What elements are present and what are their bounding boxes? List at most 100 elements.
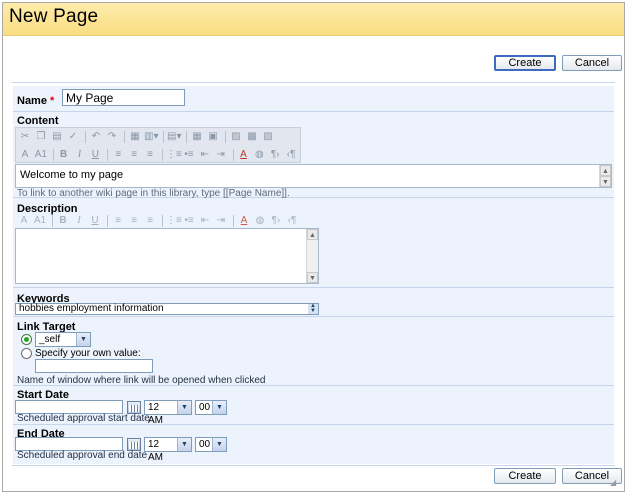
font-icon[interactable]: A: [17, 214, 31, 228]
rtl-icon[interactable]: ‹¶: [285, 214, 299, 228]
insert-table-icon[interactable]: ▥▾: [144, 130, 158, 144]
toolbar-separator: [186, 131, 187, 143]
description-toolbar: A A1 B I U ≡ ≡ ≡ ⋮≡ •≡ ⇤ ⇥ A ◍ ¶› ‹¶: [15, 214, 319, 228]
bold-icon[interactable]: B: [57, 148, 71, 162]
content-scrollbar[interactable]: ▲ ▼: [599, 165, 611, 187]
end-date-row: End Date 12 AM ▼ 00 ▼ Scheduled approval…: [13, 425, 614, 464]
toolbar-separator: [162, 215, 163, 227]
table-props-icon[interactable]: ▦: [190, 130, 204, 144]
content-editor[interactable]: Welcome to my page ▲ ▼: [15, 164, 612, 188]
increase-indent-icon[interactable]: ⇥: [214, 148, 228, 162]
toolbar-separator: [107, 215, 108, 227]
align-left-icon[interactable]: ≡: [111, 148, 125, 162]
text-color-icon[interactable]: A: [237, 214, 251, 228]
align-right-icon[interactable]: ≡: [143, 148, 157, 162]
start-date-hint: Scheduled approval start date: [17, 413, 150, 424]
ltr-icon[interactable]: ¶›: [268, 148, 282, 162]
background-color-icon[interactable]: ◍: [252, 148, 266, 162]
bullet-list-icon[interactable]: •≡: [182, 214, 196, 228]
page-title: New Page: [9, 6, 99, 27]
keywords-spinner-icon[interactable]: ▲ ▼: [308, 303, 318, 314]
start-minute-select[interactable]: 00 ▼: [195, 400, 227, 415]
decrease-indent-icon[interactable]: ⇤: [198, 214, 212, 228]
scroll-down-icon[interactable]: ▼: [307, 272, 318, 283]
chevron-down-icon: ▼: [177, 401, 191, 414]
toolbar-separator: [52, 215, 53, 227]
bold-icon[interactable]: B: [56, 214, 70, 228]
create-button-top[interactable]: Create: [494, 55, 556, 71]
numbered-list-icon[interactable]: ⋮≡: [166, 214, 182, 228]
content-toolbar: ✂ ❐ ▤ ✓ ↶ ↷ ▦ ▥▾ ▤▾ ▦ ▣ ▨ ▩ ▧ A A1 B I U…: [15, 127, 301, 163]
rtl-icon[interactable]: ‹¶: [284, 148, 298, 162]
scroll-up-icon[interactable]: ▲: [307, 229, 318, 240]
numbered-list-icon[interactable]: ⋮≡: [166, 148, 182, 162]
cut-icon[interactable]: ✂: [18, 130, 32, 144]
font-size-icon[interactable]: A1: [33, 214, 47, 228]
end-minute-select[interactable]: 00 ▼: [195, 437, 227, 452]
toolbar-separator: [52, 149, 54, 161]
ltr-icon[interactable]: ¶›: [269, 214, 283, 228]
font-icon[interactable]: A: [18, 148, 32, 162]
align-center-icon[interactable]: ≡: [127, 214, 141, 228]
link-target-select[interactable]: _self ▼: [35, 332, 91, 347]
keywords-input[interactable]: hobbies employment information ▲ ▼: [15, 303, 319, 315]
copy-icon[interactable]: ❐: [34, 130, 48, 144]
name-input[interactable]: My Page: [62, 89, 185, 106]
align-left-icon[interactable]: ≡: [111, 214, 125, 228]
start-minute-value: 00: [199, 402, 211, 413]
link-icon[interactable]: ▩: [245, 130, 259, 144]
keywords-value: hobbies employment information: [19, 303, 164, 314]
increase-indent-icon[interactable]: ⇥: [214, 214, 228, 228]
chevron-down-icon: ▼: [76, 333, 90, 346]
link-target-row: Link Target _self ▼ Specify your own val…: [13, 317, 614, 386]
scroll-down-icon[interactable]: ▼: [600, 176, 611, 187]
start-date-input[interactable]: [15, 400, 123, 414]
link-target-custom-label: Specify your own value:: [35, 348, 141, 359]
table-icon[interactable]: ▦: [128, 130, 142, 144]
link-target-custom-input[interactable]: [35, 359, 153, 373]
paste-icon[interactable]: ▤: [50, 130, 64, 144]
description-editor[interactable]: ▲ ▼: [15, 228, 319, 284]
underline-icon[interactable]: U: [88, 148, 102, 162]
background-color-icon[interactable]: ◍: [253, 214, 267, 228]
link-target-custom-radio[interactable]: [21, 348, 32, 359]
resize-grip-icon[interactable]: ◢: [610, 478, 620, 488]
end-date-input[interactable]: [15, 437, 123, 451]
align-right-icon[interactable]: ≡: [143, 214, 157, 228]
toolbar-separator: [232, 149, 234, 161]
toolbar-separator: [107, 149, 109, 161]
link-target-hint: Name of window where link will be opened…: [17, 375, 266, 386]
bullet-list-icon[interactable]: •≡: [182, 148, 196, 162]
insert-row-icon[interactable]: ▤▾: [167, 130, 181, 144]
undo-icon[interactable]: ↶: [89, 130, 103, 144]
toolbar-separator: [225, 131, 226, 143]
end-date-hint: Scheduled approval end date: [17, 450, 148, 461]
toolbar-separator: [161, 149, 163, 161]
content-text: Welcome to my page: [20, 169, 124, 181]
insert-image-icon[interactable]: ▨: [229, 130, 243, 144]
create-button-bottom[interactable]: Create: [494, 468, 556, 484]
italic-icon[interactable]: I: [72, 214, 86, 228]
start-hour-select[interactable]: 12 AM ▼: [144, 400, 192, 426]
scroll-up-icon[interactable]: ▲: [600, 165, 611, 176]
description-row: Description A A1 B I U ≡ ≡ ≡ ⋮≡ •≡ ⇤ ⇥ A…: [13, 198, 614, 288]
font-size-icon[interactable]: A1: [34, 148, 48, 162]
anchor-icon[interactable]: ▧: [261, 130, 275, 144]
cancel-button-top[interactable]: Cancel: [562, 55, 622, 71]
underline-icon[interactable]: U: [88, 214, 102, 228]
name-row: Name * My Page: [13, 86, 614, 112]
text-color-icon[interactable]: A: [237, 148, 251, 162]
chevron-down-icon: ▼: [212, 401, 226, 414]
link-target-preset-radio[interactable]: [21, 334, 32, 345]
italic-icon[interactable]: I: [73, 148, 87, 162]
chevron-down-icon: ▼: [177, 438, 191, 451]
redo-icon[interactable]: ↷: [105, 130, 119, 144]
decrease-indent-icon[interactable]: ⇤: [198, 148, 212, 162]
cell-props-icon[interactable]: ▣: [206, 130, 220, 144]
spellcheck-icon[interactable]: ✓: [66, 130, 80, 144]
name-label: Name *: [17, 95, 55, 107]
align-center-icon[interactable]: ≡: [127, 148, 141, 162]
page-form: Name * My Page Content ✂ ❐ ▤ ✓ ↶ ↷ ▦ ▥▾: [13, 86, 614, 464]
description-scrollbar[interactable]: ▲ ▼: [306, 229, 318, 283]
end-hour-select[interactable]: 12 AM ▼: [144, 437, 192, 463]
